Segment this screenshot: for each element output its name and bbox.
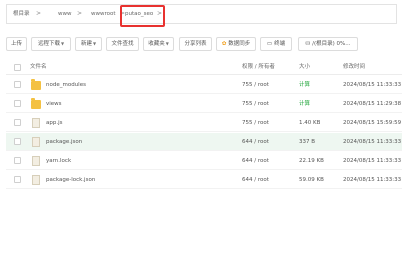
disk-usage-button[interactable]: ⛁/(根目录) 0%...: [298, 37, 358, 51]
file-name[interactable]: node_modules: [46, 76, 86, 94]
table-row[interactable]: app.js 755 / root 1.40 KB 2024/08/15 15:…: [6, 114, 402, 132]
file-permissions[interactable]: 644 / root: [242, 133, 269, 151]
select-all-checkbox[interactable]: [14, 64, 21, 71]
caret-down-icon: ▼: [60, 41, 65, 46]
breadcrumb-item-www[interactable]: www: [58, 5, 72, 23]
chevron-right-icon: >: [77, 10, 83, 17]
disk-icon: ⛁: [305, 41, 311, 47]
breadcrumb-item-wwwroot[interactable]: wwwroot: [91, 5, 116, 23]
upload-button-label: 上传: [10, 41, 22, 47]
share-list-label: 分享列表: [184, 41, 207, 47]
sync-icon: ✿: [221, 41, 227, 47]
table-row[interactable]: yarn.lock 644 / root 22.19 KB 2024/08/15…: [6, 152, 402, 170]
file-search-label: 文件查找: [111, 41, 134, 47]
file-permissions[interactable]: 644 / root: [242, 171, 269, 189]
new-button-label: 新建: [80, 41, 92, 47]
file-name[interactable]: package-lock.json: [46, 171, 95, 189]
file-search-button[interactable]: 文件查找: [106, 37, 139, 51]
caret-down-icon: ▼: [165, 41, 169, 46]
column-header-modified[interactable]: 修改时间: [343, 59, 365, 75]
path-bar: 根目录 > www > wwwroot > putao_seo >: [0, 4, 406, 27]
new-button[interactable]: 新建▼: [75, 37, 102, 51]
row-checkbox[interactable]: [14, 81, 21, 88]
file-name[interactable]: package.json: [46, 133, 82, 151]
column-header-name[interactable]: 文件名: [30, 59, 47, 75]
upload-button[interactable]: 上传: [6, 37, 27, 51]
share-list-button[interactable]: 分享列表: [179, 37, 212, 51]
breadcrumb: 根目录 > www > wwwroot > putao_seo >: [6, 4, 397, 24]
file-name[interactable]: views: [46, 95, 62, 113]
favorites-label: 收藏夹: [148, 41, 165, 47]
terminal-button[interactable]: ▭ 终端: [260, 37, 292, 51]
data-sync-label: 数据同步: [228, 41, 251, 47]
favorites-button[interactable]: 收藏夹▼: [143, 37, 174, 51]
caret-down-icon: ▼: [92, 41, 97, 46]
remote-download-button[interactable]: 远程下载▼: [31, 37, 71, 51]
file-name[interactable]: yarn.lock: [46, 152, 71, 170]
row-checkbox[interactable]: [14, 138, 21, 145]
terminal-icon: ▭: [266, 41, 273, 47]
file-size: 1.40 KB: [299, 120, 321, 126]
file-size: 59.09 KB: [299, 177, 324, 183]
row-checkbox[interactable]: [14, 176, 21, 183]
file-icon: [32, 156, 40, 166]
file-mtime: 2024/08/15 11:33:33: [343, 177, 402, 183]
table-row[interactable]: node_modules 755 / root 计算 2024/08/15 11…: [6, 76, 402, 94]
file-permissions[interactable]: 644 / root: [242, 152, 269, 170]
file-size: 22.19 KB: [299, 158, 324, 164]
toolbar: 上传 远程下载▼ 新建▼ 文件查找 收藏夹▼ 分享列表 ✿ 数据同步 ▭ 终端 ⛁ /…: [0, 37, 406, 53]
terminal-label: 终端: [274, 41, 286, 47]
file-mtime: 2024/08/15 11:33:33: [343, 82, 402, 88]
table-row[interactable]: package-lock.json 644 / root 59.09 KB 20…: [6, 171, 402, 189]
file-icon: [32, 118, 40, 128]
file-permissions[interactable]: 755 / root: [242, 114, 269, 132]
chevron-right-icon: >: [36, 10, 42, 17]
table-row[interactable]: views 755 / root 计算 2024/08/15 11:29:38: [6, 95, 402, 113]
file-mtime: 2024/08/15 11:33:33: [343, 139, 402, 145]
current-folder-highlight: [120, 5, 165, 27]
column-header-size[interactable]: 大小: [299, 59, 310, 75]
file-mtime: 2024/08/15 11:29:38: [343, 101, 402, 107]
file-permissions[interactable]: 755 / root: [242, 76, 269, 94]
folder-icon: [31, 79, 41, 90]
file-size-calculate[interactable]: 计算: [299, 95, 310, 113]
column-header-permissions[interactable]: 权限 / 所有者: [242, 59, 275, 75]
row-checkbox[interactable]: [14, 157, 21, 164]
file-permissions[interactable]: 755 / root: [242, 95, 269, 113]
file-icon: [32, 137, 40, 147]
remote-download-label: 远程下载: [37, 41, 60, 47]
file-table-header: 文件名 权限 / 所有者 大小 修改时间: [6, 59, 402, 75]
file-icon: [32, 175, 40, 185]
row-checkbox[interactable]: [14, 100, 21, 107]
data-sync-button[interactable]: ✿ 数据同步: [216, 37, 256, 51]
file-size: 337 B: [299, 139, 316, 145]
table-row[interactable]: package.json 644 / root 337 B 2024/08/15…: [6, 133, 402, 151]
file-mtime: 2024/08/15 11:33:33: [343, 158, 402, 164]
row-checkbox[interactable]: [14, 119, 21, 126]
file-name[interactable]: app.js: [46, 114, 63, 132]
folder-icon: [31, 98, 41, 109]
breadcrumb-item-root[interactable]: 根目录: [13, 5, 30, 23]
file-size-calculate[interactable]: 计算: [299, 76, 310, 94]
file-mtime: 2024/08/15 15:59:59: [343, 120, 402, 126]
disk-usage-label: /(根目录) 0%...: [312, 41, 351, 47]
